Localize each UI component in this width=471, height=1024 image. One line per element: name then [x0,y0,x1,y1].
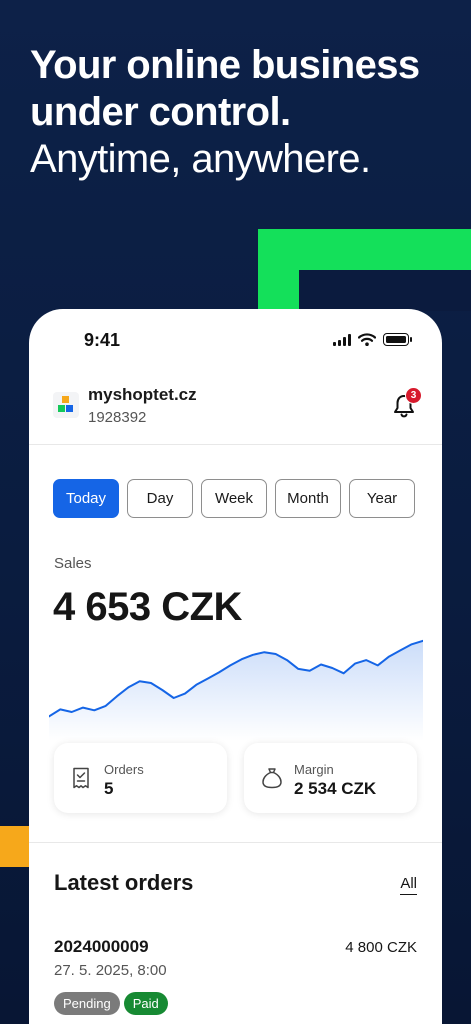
section-divider [29,842,442,843]
sales-chart [49,639,423,741]
phone-screen: 9:41 myshoptet.cz 1928392 3 Today Day We… [29,309,442,1024]
receipt-icon [73,767,89,789]
logo-square-green [58,405,65,412]
wifi-icon [358,333,376,346]
orders-value: 5 [104,779,114,798]
order-id: 2024000009 [54,937,149,956]
status-icons [333,333,412,346]
logo-square-orange [62,396,69,403]
period-tabs: Today Day Week Month Year [53,479,415,518]
status-badge-pending: Pending [54,992,120,1015]
margin-label: Margin [294,762,334,777]
shop-logo [53,392,79,418]
logo-square-blue [66,405,73,412]
order-badges: Pending Paid [54,992,168,1015]
status-time: 9:41 [84,330,121,350]
notification-badge: 3 [405,387,422,404]
status-bar: 9:41 [29,309,442,369]
latest-orders-title: Latest orders [54,870,194,895]
order-date: 27. 5. 2025, 8:00 [54,962,167,979]
status-badge-paid: Paid [123,992,168,1015]
money-bag-icon [262,768,282,789]
signal-icon [333,333,351,346]
margin-card[interactable]: Margin 2 534 CZK [244,743,417,813]
hero-line-1: Your online business [30,43,420,87]
chart-area [49,640,423,741]
tab-today[interactable]: Today [53,479,119,518]
shop-header: myshoptet.cz 1928392 3 [29,369,442,445]
tab-year[interactable]: Year [349,479,415,518]
tab-week[interactable]: Week [201,479,267,518]
tab-day[interactable]: Day [127,479,193,518]
all-orders-link[interactable]: All [400,875,417,895]
hero-line-2: under control. [30,90,291,134]
orders-label: Orders [104,762,144,777]
hero-headline: Your online business under control. Anyt… [30,42,460,183]
shop-id: 1928392 [88,409,147,426]
shop-name[interactable]: myshoptet.cz [88,385,197,405]
orange-decoration [0,826,30,867]
orders-card[interactable]: Orders 5 [54,743,227,813]
green-decoration [258,229,471,311]
order-amount: 4 800 CZK [345,939,417,956]
sales-label: Sales [54,555,92,572]
sales-value: 4 653 CZK [53,585,242,629]
battery-icon [383,333,412,346]
tab-month[interactable]: Month [275,479,341,518]
margin-value: 2 534 CZK [294,779,377,798]
hero-line-3: Anytime, anywhere. [30,137,371,181]
